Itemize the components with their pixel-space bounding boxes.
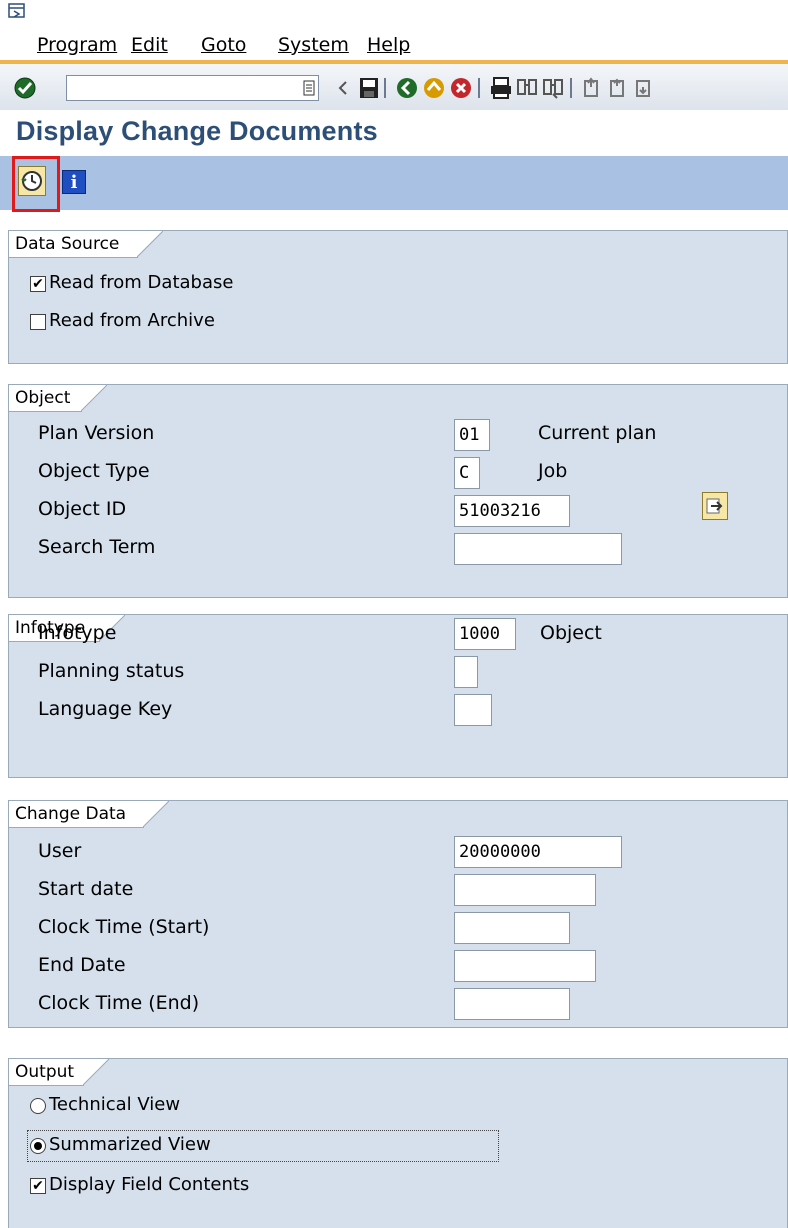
object-id-label: Object ID: [38, 498, 127, 520]
arrow-right-icon: [706, 498, 723, 514]
read-from-database-label: Read from Database: [49, 272, 234, 293]
output-title: Output: [15, 1062, 75, 1082]
change-data-title: Change Data: [15, 804, 127, 824]
infotype-box: Infotype: [8, 614, 788, 778]
object-type-label: Object Type: [38, 460, 150, 482]
infotype-label: Infotype: [38, 622, 117, 644]
menu-goto[interactable]: Goto: [201, 34, 246, 56]
object-tab: Object: [9, 385, 82, 412]
language-key-input[interactable]: [454, 694, 492, 726]
application-toolbar: [0, 156, 788, 210]
search-term-label: Search Term: [38, 536, 156, 558]
tab-slant: [83, 1059, 109, 1085]
read-from-archive-label: Read from Archive: [49, 310, 215, 331]
menu-help[interactable]: Help: [367, 34, 410, 56]
clock-time-end-input[interactable]: [454, 988, 570, 1020]
find-icon[interactable]: [514, 74, 540, 102]
system-menu-icon[interactable]: [8, 3, 26, 19]
object-type-input[interactable]: C: [454, 457, 480, 489]
print-icon[interactable]: [488, 74, 514, 102]
object-title: Object: [15, 388, 71, 408]
end-date-label: End Date: [38, 954, 126, 976]
toolbar-separator: [384, 78, 386, 98]
user-input[interactable]: 20000000: [454, 836, 622, 868]
next-page-icon[interactable]: [632, 74, 658, 102]
menu-bar: Program Edit Goto System Help: [0, 28, 788, 60]
toolbar-separator: [570, 78, 572, 98]
plan-version-description: Current plan: [538, 422, 657, 444]
search-term-input[interactable]: [454, 533, 622, 565]
display-field-contents-checkbox[interactable]: ✔: [30, 1178, 46, 1194]
toolbar-separator: [478, 78, 480, 98]
summarized-view-label: Summarized View: [49, 1134, 211, 1155]
user-label: User: [38, 840, 82, 862]
tab-slant: [143, 801, 169, 827]
object-type-description: Job: [538, 460, 568, 482]
language-key-label: Language Key: [38, 698, 173, 720]
command-field[interactable]: [66, 75, 319, 101]
technical-view-radio[interactable]: [30, 1098, 46, 1114]
object-id-input[interactable]: 51003216: [454, 495, 570, 527]
read-from-archive-checkbox[interactable]: [30, 314, 46, 330]
data-source-title: Data Source: [15, 234, 120, 254]
menu-edit[interactable]: Edit: [131, 34, 168, 56]
technical-view-label: Technical View: [49, 1094, 181, 1115]
read-from-database-checkbox[interactable]: ✔: [30, 276, 46, 292]
clock-time-start-label: Clock Time (Start): [38, 916, 210, 938]
summarized-view-radio[interactable]: [30, 1138, 46, 1154]
menu-program[interactable]: Program: [37, 34, 117, 56]
output-tab: Output: [9, 1059, 84, 1086]
cancel-icon[interactable]: [448, 74, 474, 102]
infotype-input[interactable]: 1000: [454, 618, 516, 650]
page-title: Display Change Documents: [16, 116, 378, 146]
menu-system[interactable]: System: [278, 34, 349, 56]
find-next-icon[interactable]: [540, 74, 566, 102]
plan-version-input[interactable]: 01: [454, 419, 490, 451]
highlight-box: [12, 156, 60, 212]
exit-icon[interactable]: [421, 74, 447, 102]
clock-time-start-input[interactable]: [454, 912, 570, 944]
clock-time-end-label: Clock Time (End): [38, 992, 200, 1014]
start-date-input[interactable]: [454, 874, 596, 906]
plan-version-label: Plan Version: [38, 422, 155, 444]
change-data-tab: Change Data: [9, 801, 144, 828]
back-triangle-icon[interactable]: [330, 74, 356, 102]
first-page-icon[interactable]: [580, 74, 606, 102]
data-source-box: Data Source: [8, 230, 788, 364]
save-icon[interactable]: [356, 74, 382, 102]
start-date-label: Start date: [38, 878, 134, 900]
planning-status-label: Planning status: [38, 660, 185, 682]
end-date-input[interactable]: [454, 950, 596, 982]
infotype-description: Object: [540, 622, 602, 644]
object-box: Object: [8, 384, 788, 598]
planning-status-input[interactable]: [454, 656, 478, 688]
command-dropdown-icon[interactable]: [296, 74, 322, 102]
back-icon[interactable]: [394, 74, 420, 102]
information-icon[interactable]: i: [62, 170, 86, 194]
previous-page-icon[interactable]: [606, 74, 632, 102]
enter-icon[interactable]: [12, 74, 38, 102]
data-source-tab: Data Source: [9, 231, 138, 258]
tab-slant: [81, 385, 107, 411]
tab-slant: [137, 231, 163, 257]
object-navigate-button[interactable]: [702, 492, 728, 520]
display-field-contents-label: Display Field Contents: [49, 1174, 250, 1195]
